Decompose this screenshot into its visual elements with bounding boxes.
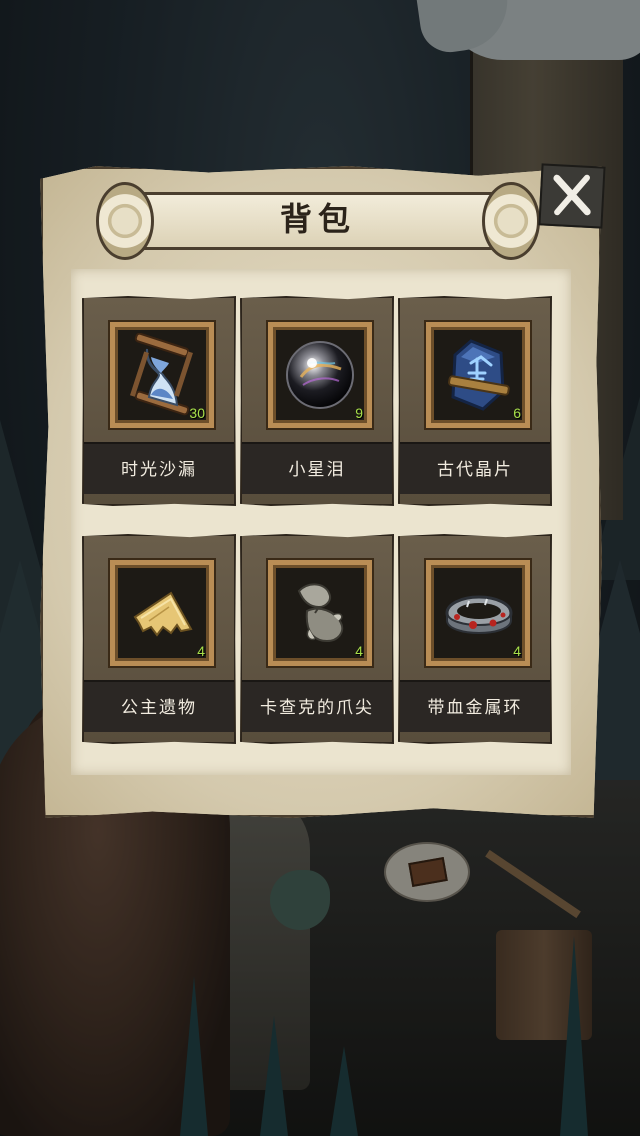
item-frame: 4 [268,560,372,666]
close-x-icon [553,174,591,216]
close-button[interactable] [538,163,606,229]
item-name: 公主遗物 [121,698,197,718]
kachak-claw-tip-icon [297,583,344,643]
item-frame: 4 [110,560,214,666]
item-name-bar: 小星泪 [242,442,392,494]
inventory-grid: 30 时光沙漏 9 小星泪 6 古代晶片 4 公主遗物 4 卡查克的爪尖 4 带… [82,296,552,744]
inventory-item-hourglass[interactable]: 30 时光沙漏 [82,296,236,506]
inventory-item-star-tear[interactable]: 9 小星泪 [240,296,394,506]
item-name: 时光沙漏 [121,460,197,480]
ancient-crystal-chip-icon [448,339,510,411]
item-name: 带血金属环 [427,698,523,718]
item-frame: 6 [426,322,530,428]
item-frame: 9 [268,322,372,428]
item-count: 4 [355,643,363,659]
item-count: 9 [355,405,363,421]
item-name: 古代晶片 [437,460,513,480]
item-name-bar: 公主遗物 [84,680,234,732]
inventory-item-ancient-chip[interactable]: 6 古代晶片 [398,296,552,506]
item-count: 30 [189,405,205,421]
inventory-item-bloody-ring[interactable]: 4 带血金属环 [398,534,552,744]
item-count: 4 [197,643,205,659]
item-frame: 4 [426,560,530,666]
panel-title: 背包 [279,200,356,238]
item-count: 4 [513,643,521,659]
item-name-bar: 带血金属环 [400,680,550,732]
item-name: 小星泪 [288,460,346,480]
princess-relic-scrap-icon [133,591,193,637]
item-name-bar: 卡查克的爪尖 [242,680,392,732]
bloody-metal-ring-icon [445,595,513,634]
item-frame: 30 [110,322,214,428]
title-scroll: 背包 [96,182,540,260]
item-count: 6 [513,405,521,421]
item-name-bar: 时光沙漏 [84,442,234,494]
item-name-bar: 古代晶片 [400,442,550,494]
item-name: 卡查克的爪尖 [260,698,374,718]
inventory-item-princess-relic[interactable]: 4 公主遗物 [82,534,236,744]
star-tear-orb-icon [286,341,354,409]
inventory-item-claw-tip[interactable]: 4 卡查克的爪尖 [240,534,394,744]
